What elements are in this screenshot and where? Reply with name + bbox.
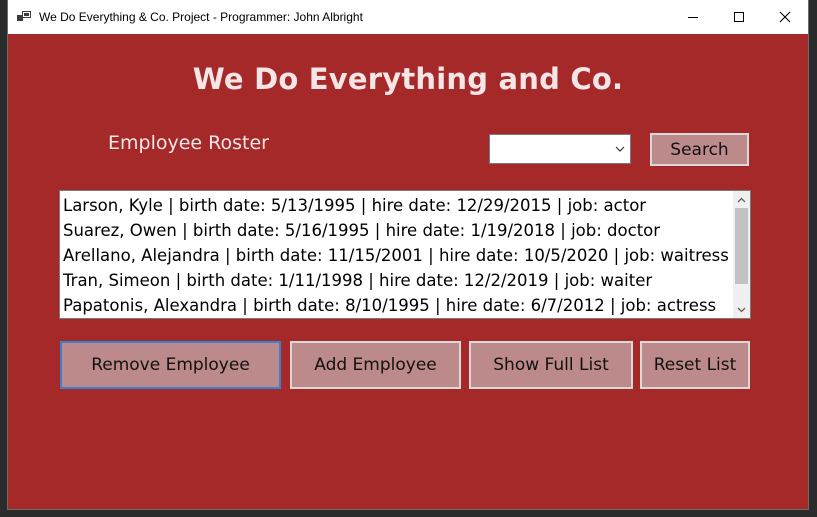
scroll-down-button[interactable]: [733, 301, 750, 318]
close-icon: [779, 11, 791, 23]
minimize-icon: [688, 17, 698, 18]
page-title: We Do Everything and Co.: [192, 62, 624, 96]
list-item[interactable]: Arellano, Alejandra | birth date: 11/15/…: [63, 243, 733, 268]
remove-employee-button[interactable]: Remove Employee: [60, 341, 281, 389]
chevron-up-icon: [737, 197, 746, 202]
maximize-button[interactable]: [716, 0, 762, 34]
roster-label: Employee Roster: [108, 132, 269, 154]
employee-list: Larson, Kyle | birth date: 5/13/1995 | h…: [63, 193, 733, 318]
chevron-down-icon: [737, 307, 746, 312]
list-item[interactable]: Larson, Kyle | birth date: 5/13/1995 | h…: [63, 193, 733, 218]
app-window: We Do Everything & Co. Project - Program…: [8, 0, 808, 509]
show-full-list-button[interactable]: Show Full List: [469, 341, 633, 389]
app-window-icon: [17, 11, 31, 21]
scroll-thumb[interactable]: [735, 208, 748, 284]
vertical-scrollbar[interactable]: [733, 191, 750, 318]
filter-select[interactable]: [489, 134, 631, 164]
search-button[interactable]: Search: [650, 133, 749, 166]
add-employee-button[interactable]: Add Employee: [290, 341, 461, 389]
reset-list-button[interactable]: Reset List: [640, 341, 750, 389]
list-item[interactable]: Suarez, Owen | birth date: 5/16/1995 | h…: [63, 218, 733, 243]
scroll-up-button[interactable]: [733, 191, 750, 208]
maximize-icon: [734, 12, 744, 22]
employee-listbox[interactable]: Larson, Kyle | birth date: 5/13/1995 | h…: [59, 190, 751, 319]
close-button[interactable]: [762, 0, 808, 34]
list-item[interactable]: Tran, Simeon | birth date: 1/11/1998 | h…: [63, 268, 733, 293]
chevron-down-icon: [615, 146, 625, 152]
title-bar: We Do Everything & Co. Project - Program…: [8, 0, 808, 34]
list-item[interactable]: Papatonis, Alexandra | birth date: 8/10/…: [63, 293, 733, 318]
minimize-button[interactable]: [670, 0, 716, 34]
window-title: We Do Everything & Co. Project - Program…: [39, 10, 363, 24]
